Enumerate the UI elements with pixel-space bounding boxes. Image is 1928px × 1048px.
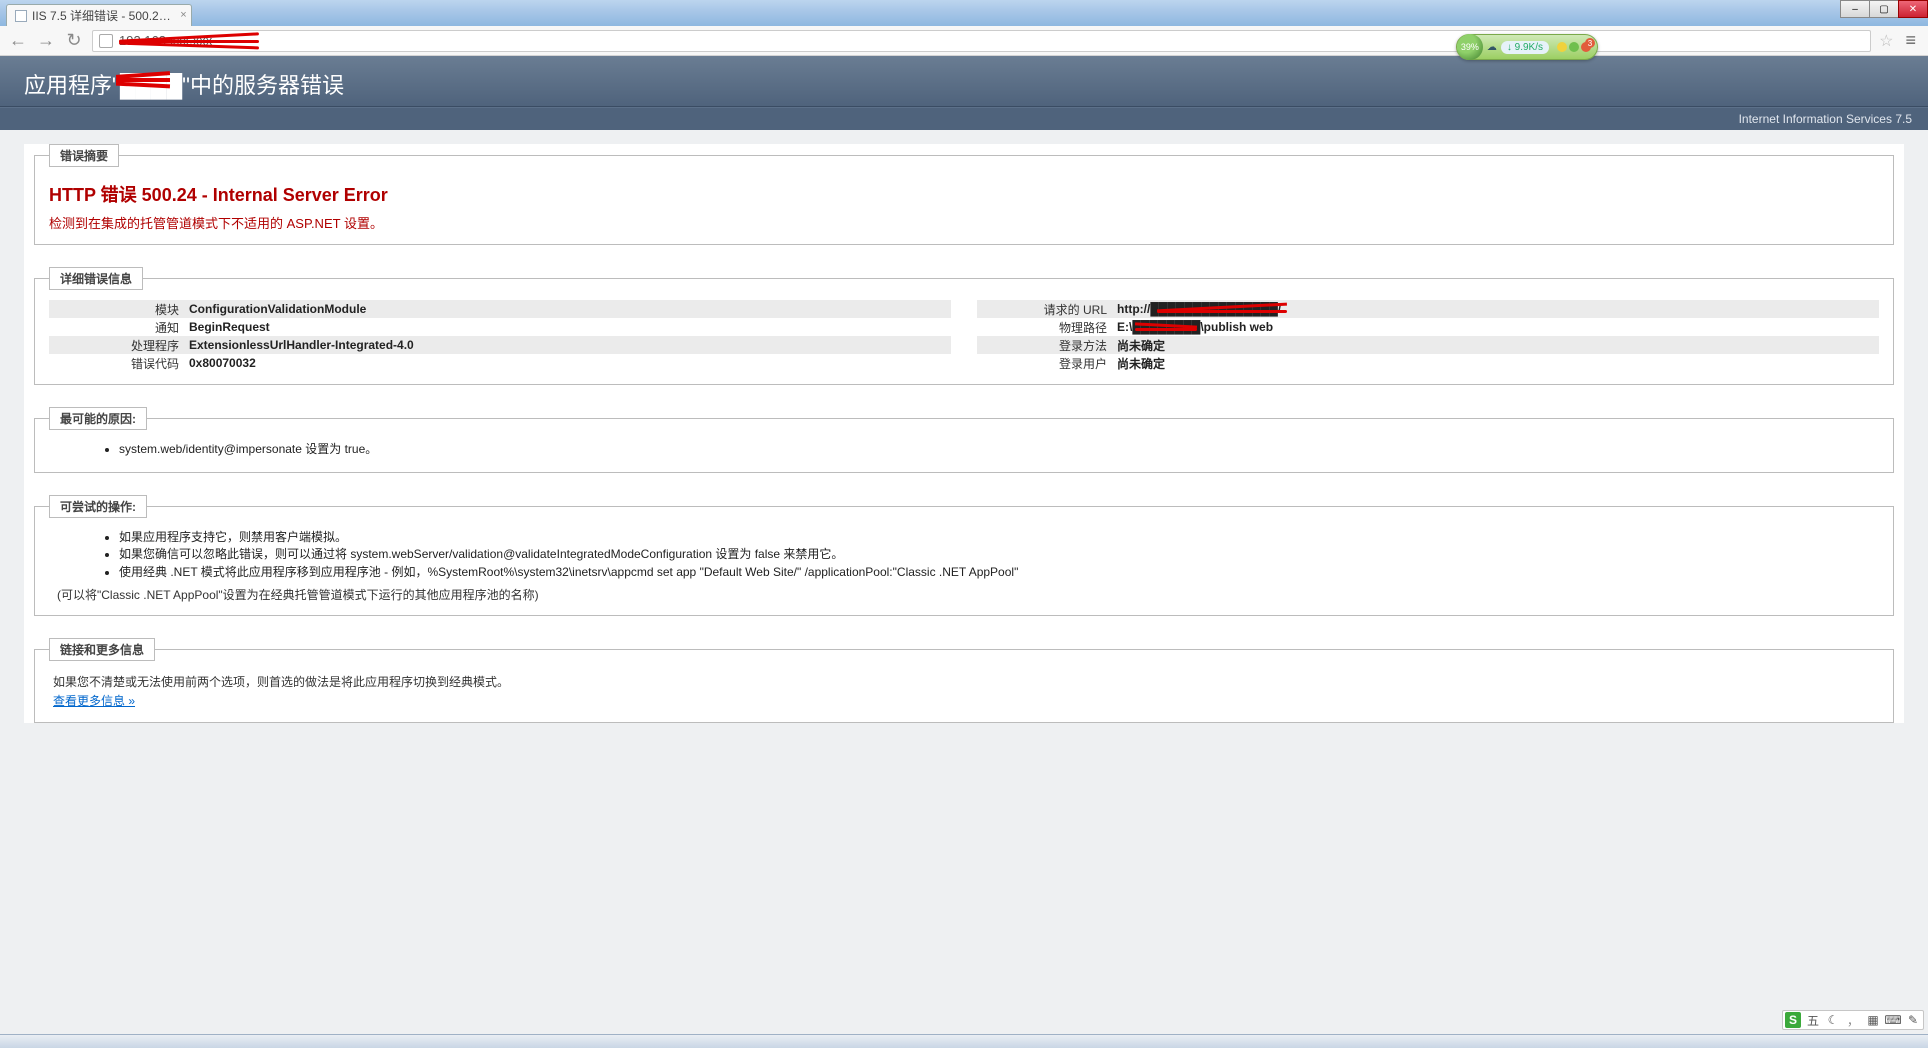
more-info-box: 链接和更多信息 如果您不清楚或无法使用前两个选项，则首选的做法是将此应用程序切换… [34, 638, 1894, 723]
details-key: 登录用户 [977, 355, 1117, 372]
address-bar[interactable]: 192.168.xxx.xxx [92, 30, 1871, 52]
causes-list: system.web/identity@impersonate 设置为 true… [49, 442, 1879, 458]
window-close-button[interactable]: ✕ [1898, 0, 1928, 18]
details-value: 尚未确定 [1117, 355, 1879, 372]
iis-subheader: Internet Information Services 7.5 [0, 107, 1928, 130]
browser-tab[interactable]: IIS 7.5 详细错误 - 500.2… × [6, 4, 192, 26]
more-info-legend: 链接和更多信息 [49, 638, 155, 661]
more-info-link[interactable]: 查看更多信息 » [53, 694, 135, 708]
actions-note: (可以将"Classic .NET AppPool"设置为在经典托管管道模式下运… [57, 586, 1879, 603]
details-key: 物理路径 [977, 319, 1117, 336]
details-value: BeginRequest [189, 320, 951, 334]
browser-navbar: ← → ↻ 192.168.xxx.xxx ☆ ≡ [0, 26, 1928, 56]
details-value: E:\████████\publish web [1117, 320, 1879, 334]
ime-moon-icon[interactable]: ☾ [1825, 1012, 1841, 1028]
details-table-right: 请求的 URLhttp://███████████████/物理路径E:\███… [977, 300, 1879, 372]
badge-download-speed: ↓ 9.9K/s [1501, 41, 1549, 54]
actions-list: 如果应用程序支持它，则禁用客户端模拟。如果您确信可以忽略此错误，则可以通过将 s… [49, 530, 1879, 581]
likely-causes-box: 最可能的原因: system.web/identity@impersonate … [34, 407, 1894, 473]
more-info-text: 如果您不清楚或无法使用前两个选项，则首选的做法是将此应用程序切换到经典模式。 [53, 673, 1879, 690]
page-icon [15, 10, 27, 22]
badge-status-dots: 3 [1557, 42, 1591, 52]
ime-tray[interactable]: S 五 ☾ ， ▦ ⌨ ✎ [1782, 1010, 1924, 1030]
cloud-icon: ☁ [1487, 42, 1497, 53]
taskbar[interactable] [0, 1034, 1928, 1048]
list-item: 使用经典 .NET 模式将此应用程序移到应用程序池 - 例如，%SystemRo… [119, 565, 1879, 581]
details-key: 错误代码 [49, 355, 189, 372]
badge-percent: 39% [1457, 34, 1483, 60]
nav-back-icon[interactable]: ← [8, 30, 28, 51]
details-value: http://███████████████/ [1117, 302, 1879, 316]
ime-mode[interactable]: 五 [1805, 1012, 1821, 1028]
details-row: 通知BeginRequest [49, 318, 951, 336]
details-key: 模块 [49, 301, 189, 318]
details-key: 登录方法 [977, 337, 1117, 354]
window-controls: – ▢ ✕ [1841, 0, 1928, 18]
url-redaction [119, 40, 259, 43]
error-subtitle: 检测到在集成的托管管道模式下不适用的 ASP.NET 设置。 [49, 213, 1879, 232]
list-item: system.web/identity@impersonate 设置为 true… [119, 442, 1879, 458]
details-key: 请求的 URL [977, 301, 1117, 318]
browser-tabstrip: IIS 7.5 详细错误 - 500.2… × [0, 0, 1928, 26]
details-key: 处理程序 [49, 337, 189, 354]
value-redaction [1135, 328, 1197, 331]
details-row: 登录用户尚未确定 [977, 354, 1879, 372]
details-row: 错误代码0x80070032 [49, 354, 951, 372]
nav-reload-icon[interactable]: ↻ [64, 30, 84, 51]
error-title: HTTP 错误 500.24 - Internal Server Error [49, 181, 1879, 207]
error-summary-box: 错误摘要 HTTP 错误 500.24 - Internal Server Er… [34, 144, 1894, 245]
title-redaction [116, 78, 170, 82]
details-value: 0x80070032 [189, 356, 951, 370]
ime-tool-icon[interactable]: ✎ [1905, 1012, 1921, 1028]
details-row: 登录方法尚未确定 [977, 336, 1879, 354]
ime-keyboard-icon[interactable]: ⌨ [1885, 1012, 1901, 1028]
nav-forward-icon[interactable]: → [36, 30, 56, 51]
window-maximize-button[interactable]: ▢ [1869, 0, 1899, 18]
bookmark-star-icon[interactable]: ☆ [1879, 31, 1893, 51]
tab-close-icon[interactable]: × [180, 9, 186, 21]
actions-box: 可尝试的操作: 如果应用程序支持它，则禁用客户端模拟。如果您确信可以忽略此错误，… [34, 495, 1894, 617]
error-details-box: 详细错误信息 模块ConfigurationValidationModule通知… [34, 267, 1894, 385]
error-summary-legend: 错误摘要 [49, 144, 119, 167]
site-info-icon[interactable] [99, 34, 113, 48]
likely-causes-legend: 最可能的原因: [49, 407, 147, 430]
details-table-left: 模块ConfigurationValidationModule通知BeginRe… [49, 300, 951, 372]
details-value: 尚未确定 [1117, 337, 1879, 354]
details-row: 请求的 URLhttp://███████████████/ [977, 300, 1879, 318]
content-area: 错误摘要 HTTP 错误 500.24 - Internal Server Er… [24, 144, 1904, 723]
details-key: 通知 [49, 319, 189, 336]
details-row: 处理程序ExtensionlessUrlHandler-Integrated-4… [49, 336, 951, 354]
page-title: 应用程序"████"中的服务器错误 [24, 68, 344, 100]
value-redaction [1157, 310, 1287, 313]
window-minimize-button[interactable]: – [1840, 0, 1870, 18]
error-details-legend: 详细错误信息 [49, 267, 143, 290]
download-manager-badge[interactable]: 39% ☁ ↓ 9.9K/s 3 [1456, 34, 1598, 60]
browser-menu-icon[interactable]: ≡ [1901, 30, 1920, 51]
details-value: ExtensionlessUrlHandler-Integrated-4.0 [189, 338, 951, 352]
list-item: 如果应用程序支持它，则禁用客户端模拟。 [119, 530, 1879, 546]
actions-legend: 可尝试的操作: [49, 495, 147, 518]
tab-title: IIS 7.5 详细错误 - 500.2… [32, 7, 171, 24]
details-row: 模块ConfigurationValidationModule [49, 300, 951, 318]
details-row: 物理路径E:\████████\publish web [977, 318, 1879, 336]
list-item: 如果您确信可以忽略此错误，则可以通过将 system.webServer/val… [119, 547, 1879, 563]
ime-grid-icon[interactable]: ▦ [1865, 1012, 1881, 1028]
ime-logo-icon[interactable]: S [1785, 1012, 1801, 1028]
iis-error-header: 应用程序"████"中的服务器错误 [0, 56, 1928, 107]
details-value: ConfigurationValidationModule [189, 302, 951, 316]
